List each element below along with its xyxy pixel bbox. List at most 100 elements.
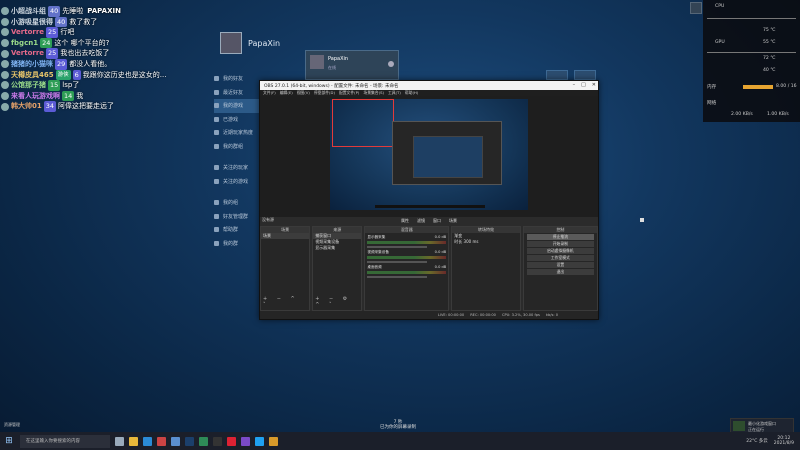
chat-username[interactable]: 天樽皮具465 — [11, 70, 54, 81]
profile-popup-card[interactable]: PapaXin 在线 — [305, 50, 399, 80]
nav-item[interactable]: 最近好友 — [214, 86, 264, 100]
minimize-icon[interactable]: – — [573, 82, 576, 88]
volume-meter — [367, 256, 447, 259]
nav-item-label: 我的群组 — [223, 143, 244, 150]
control-button[interactable]: 停止推流 — [526, 234, 594, 240]
monitor-toggle-button[interactable] — [690, 2, 702, 14]
mixer-channel-labels: 桌面音频 0.0 dB — [367, 265, 446, 270]
resource-manager-label[interactable]: 资源管理 — [4, 422, 20, 428]
source-item[interactable]: 显示器采集 — [313, 245, 361, 251]
task-view-icon[interactable] — [115, 436, 124, 446]
popup-settings-icon[interactable] — [388, 61, 394, 67]
net-label: 网络 — [707, 101, 717, 106]
obs-icon[interactable] — [213, 436, 222, 446]
source-toolbar-button[interactable]: 场景 — [449, 218, 457, 224]
chat-username[interactable]: Vertorre — [11, 27, 44, 38]
taskbar-clock[interactable]: 20:12 2021/8/9 — [774, 436, 794, 446]
source-toolbar-button[interactable]: 滤镜 — [417, 218, 425, 224]
source-toolbar-button[interactable]: 属性 — [401, 218, 409, 224]
edge-icon[interactable] — [143, 436, 152, 446]
music-icon[interactable] — [227, 436, 236, 446]
recording-note: 7 秒 已为你的屏幕录制 — [380, 420, 416, 430]
control-button[interactable]: 开始录制 — [526, 241, 594, 247]
chat-message: 天樽皮具465 游侠 6 我跟你这历史也是这女的... — [0, 69, 175, 81]
nav-item[interactable]: 我的游戏 — [214, 99, 264, 113]
nav-item[interactable]: 我的群组 — [214, 140, 264, 154]
sources-footer-buttons[interactable]: + − ⚙ ^ ˅ — [315, 296, 361, 308]
chat-avatar — [1, 81, 9, 90]
chat-icon[interactable] — [255, 436, 264, 446]
volume-slider[interactable] — [367, 261, 428, 263]
control-button[interactable]: 退出 — [526, 269, 594, 275]
nav-item[interactable]: 关注的游戏 — [214, 175, 264, 189]
chat-level-badge: 34 — [43, 101, 57, 112]
nav-item[interactable]: 我的群 — [214, 237, 264, 251]
transition-duration-row[interactable]: 时长 300 ms — [452, 239, 519, 245]
nav-item[interactable]: 我的好友 — [214, 72, 264, 86]
selected-source-outline[interactable] — [332, 99, 394, 147]
steam-icon[interactable] — [185, 436, 194, 446]
nav-item-label: 帮助群 — [223, 227, 239, 234]
close-icon[interactable]: ✕ — [592, 82, 596, 88]
chat-username[interactable]: Vertorre — [11, 48, 44, 59]
chat-username[interactable]: fbgcn1 — [11, 38, 38, 49]
folder-icon[interactable] — [269, 436, 278, 446]
net-up: 1.00 KB/s — [767, 112, 789, 117]
chat-username[interactable]: 猪猪的小猫咪 — [11, 59, 53, 70]
file-explorer-icon[interactable] — [129, 436, 138, 446]
chat-message: 小超战斗组 40 先睡啦 PAPAXIN — [0, 6, 175, 17]
chat-level-badge: 25 — [46, 48, 59, 59]
nav-item[interactable]: 帮助群 — [214, 223, 264, 237]
volume-meter — [367, 271, 447, 274]
status-item: REC: 00:00:00 — [470, 313, 496, 317]
control-button[interactable]: 启动虚拟摄像机 — [526, 248, 594, 254]
nav-item-label: 我的群 — [223, 240, 239, 247]
system-tray: 22°C 多云 20:12 2021/8/9 — [746, 432, 794, 450]
nav-item-label: 我的游戏 — [223, 103, 244, 110]
scene-item[interactable]: 场景 — [261, 233, 310, 239]
windows-start-icon[interactable]: ⊞ — [2, 434, 16, 448]
nav-item-label: 我的组 — [223, 200, 239, 207]
nav-item[interactable]: 关注的玩家 — [214, 161, 264, 175]
chat-username[interactable]: 来看人玩游戏啊 — [11, 91, 60, 102]
duration-value[interactable]: 300 ms — [464, 239, 479, 244]
chat-username[interactable]: 小游吸星很得 — [11, 17, 53, 28]
bg-button-2[interactable] — [574, 70, 596, 80]
preview-canvas[interactable] — [330, 99, 528, 210]
sources-dock: 来源 捕获窗口 视频采集设备 显示器采集 + − ⚙ ^ ˅ — [312, 226, 363, 311]
volume-slider[interactable] — [367, 276, 428, 278]
obs-titlebar[interactable]: OBS 27.0.1 (64-bit, windows) - 配置文件: 未命名… — [260, 81, 598, 90]
profile-header[interactable]: PapaXin — [220, 32, 280, 54]
nav-item[interactable]: 已游戏 — [214, 113, 264, 127]
weather-label[interactable]: 22°C 多云 — [746, 438, 768, 444]
taskbar-search-input[interactable]: 在这里输入你要搜索的内容 — [20, 434, 110, 448]
source-toolbar-button[interactable]: 窗口 — [433, 218, 441, 224]
nav-item-label: 关注的游戏 — [223, 178, 249, 185]
nav-item[interactable]: 近期玩家热度 — [214, 126, 264, 140]
bg-button-1[interactable] — [546, 70, 568, 80]
game-icon[interactable] — [157, 436, 166, 446]
control-button[interactable]: 设置 — [526, 262, 594, 268]
store-icon[interactable] — [171, 436, 180, 446]
chat-text: 行吧 — [60, 28, 75, 37]
volume-slider[interactable] — [367, 246, 428, 248]
cpu-temp: 75 ℃ — [763, 28, 776, 33]
gpu-temp: 72 ℃ — [763, 56, 776, 61]
maximize-icon[interactable]: □ — [581, 82, 586, 88]
scenes-footer-buttons[interactable]: + − ^ ˅ — [263, 296, 309, 308]
chat-username[interactable]: 小超战斗组 — [11, 6, 46, 17]
obs-window[interactable]: OBS 27.0.1 (64-bit, windows) - 配置文件: 未命名… — [259, 80, 599, 320]
nav-item-icon — [214, 200, 219, 206]
chat-username[interactable]: 韩大帅01 — [11, 101, 42, 112]
nav-item-icon — [214, 143, 219, 149]
nav-item[interactable]: 我的组 — [214, 196, 264, 210]
media-icon[interactable] — [241, 436, 250, 446]
avatar[interactable] — [220, 32, 242, 54]
nav-item-icon — [214, 76, 219, 82]
control-button[interactable]: 工作室模式 — [526, 255, 594, 261]
app-icon[interactable] — [199, 436, 208, 446]
chat-fan-tag: 游侠 — [55, 69, 71, 81]
chat-username[interactable]: 公馆那子猪 — [11, 80, 46, 91]
nav-item[interactable]: 好友管理群 — [214, 210, 264, 224]
obs-docks: 场景 场景 + − ^ ˅ 来源 捕获窗口 视频采集设备 显示器采集 + − ⚙… — [260, 226, 598, 311]
